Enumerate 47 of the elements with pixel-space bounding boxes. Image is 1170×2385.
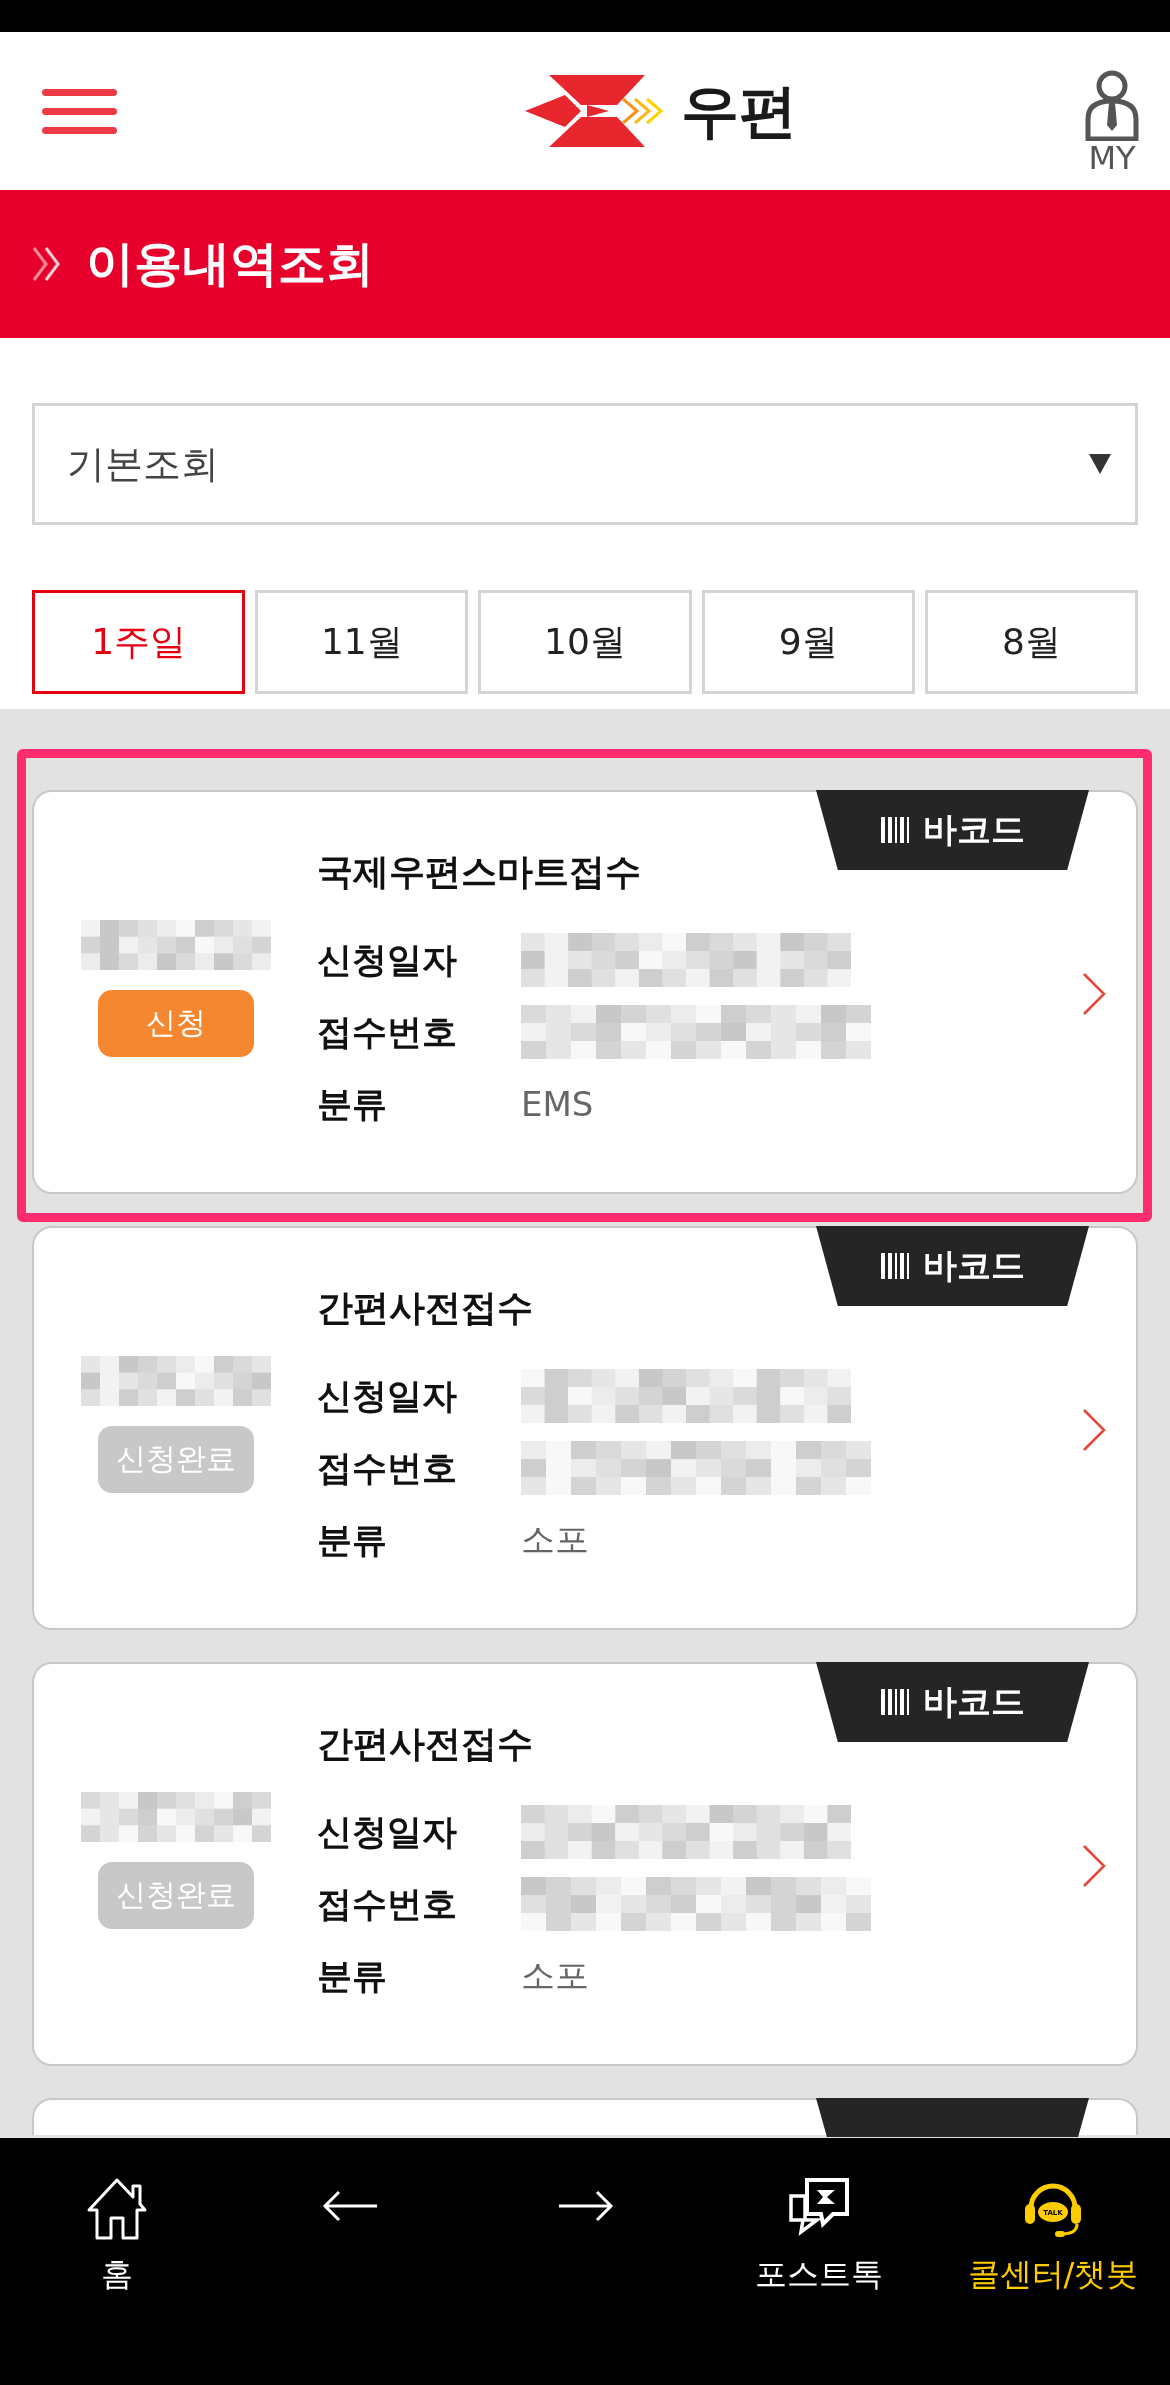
field-label: 접수번호 — [317, 1010, 458, 1054]
card-title: 간편사전접수 — [317, 1722, 534, 1766]
field-value: 소포 — [521, 1954, 589, 1997]
barcode-icon — [880, 1689, 909, 1715]
period-tab[interactable]: 10월 — [478, 590, 692, 694]
barcode-button[interactable]: 바코드 — [816, 1662, 1089, 1742]
barcode-button[interactable]: 바코드 — [816, 1226, 1089, 1306]
record-card[interactable] — [32, 2098, 1138, 2135]
barcode-icon — [880, 1253, 909, 1279]
nav-label: 콜센터/챗봇 — [967, 2254, 1139, 2294]
home-nav-button[interactable]: 홈 — [0, 2138, 234, 2385]
status-badge: 신청 — [97, 990, 254, 1057]
logo[interactable]: 우편 — [524, 75, 797, 147]
nav-label: 포스트톡 — [755, 2254, 883, 2294]
logo-text: 우편 — [680, 82, 797, 140]
field-label: 분류 — [317, 1954, 388, 1998]
logo-icon — [524, 75, 665, 147]
field-label: 신청일자 — [317, 1810, 458, 1854]
chevron-right-icon — [1082, 972, 1106, 1016]
nav-label: 홈 — [101, 2254, 133, 2294]
page-title: 이용내역조회 — [86, 234, 374, 293]
card-title: 간편사전접수 — [317, 1286, 534, 1330]
record-card[interactable]: 바코드 신청 국제우편스마트접수 신청일자 접수번호 분류 EMS — [32, 790, 1138, 1194]
menu-icon[interactable] — [42, 88, 117, 134]
field-value: EMS — [521, 1084, 594, 1124]
field-label: 접수번호 — [317, 1882, 458, 1926]
period-tab[interactable]: 11월 — [255, 590, 469, 694]
dropdown[interactable]: 기본조회 — [32, 403, 1138, 525]
card-title: 국제우편스마트접수 — [317, 850, 642, 894]
period-tab[interactable]: 8월 — [924, 590, 1138, 694]
field-label: 신청일자 — [317, 1374, 458, 1418]
period-tab[interactable]: 9월 — [701, 590, 915, 694]
barcode-button[interactable]: 바코드 — [816, 790, 1089, 870]
barcode-icon — [880, 817, 909, 843]
person-icon — [1084, 69, 1140, 142]
chevron-right-icon — [1082, 1844, 1106, 1888]
double-chevron-icon — [32, 246, 60, 282]
posttalk-nav-button[interactable]: 포스트톡 — [702, 2138, 936, 2385]
field-label: 신청일자 — [317, 938, 458, 982]
field-value: 소포 — [521, 1518, 589, 1561]
caret-icon — [1089, 454, 1111, 474]
field-label: 분류 — [317, 1518, 388, 1562]
field-label: 접수번호 — [317, 1446, 458, 1490]
field-label: 분류 — [317, 1082, 388, 1126]
chevron-right-icon — [1082, 1408, 1106, 1452]
my-button[interactable]: MY — [1084, 45, 1140, 177]
period-tab[interactable]: 1주일 — [32, 590, 246, 694]
